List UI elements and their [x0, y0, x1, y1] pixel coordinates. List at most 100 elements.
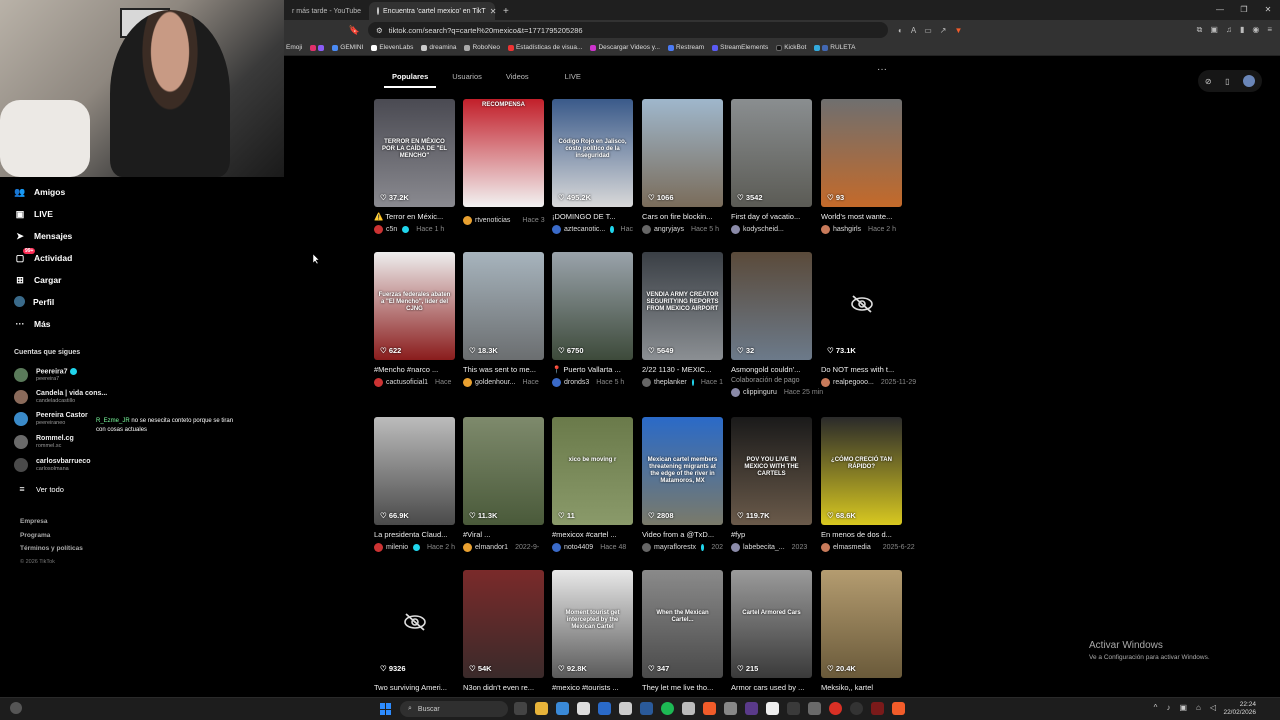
video-author[interactable]: elmasmedia 2025-6-22 [821, 543, 915, 552]
video-author[interactable]: labebecita_... 2023 [731, 543, 812, 552]
video-author[interactable]: rtvenoticias Hace 3 [463, 216, 545, 225]
sidebar-icon[interactable]: ▮ [1240, 25, 1244, 35]
compass-icon[interactable]: ⊘ [1205, 77, 1212, 86]
sidebar-item-activity[interactable]: ▢ 99+ Actividad [14, 248, 72, 264]
start-button[interactable] [380, 703, 392, 715]
video-card[interactable]: ♡ 18.3K This was sent to me... goldenhour.… [463, 252, 544, 387]
profile-icon[interactable]: ◉ [1252, 25, 1259, 35]
video-caption[interactable]: #fyp [731, 530, 812, 539]
extensions-icon[interactable]: ⧉ [1197, 25, 1203, 35]
menu-icon[interactable]: ≡ [1267, 25, 1272, 35]
app-icon[interactable] [808, 702, 821, 715]
bookmark-item[interactable]: Restream [667, 44, 704, 51]
brave-icon[interactable] [892, 702, 905, 715]
video-thumbnail[interactable]: POV YOU LIVE IN MEXICO WITH THE CARTELS ♡… [731, 417, 812, 525]
following-account[interactable]: Peereira Castor peereiraneo [14, 412, 88, 426]
video-author[interactable]: realpegooo... 2025-11-29 [821, 378, 916, 387]
document-icon[interactable] [577, 702, 590, 715]
video-thumbnail[interactable]: Mexican cartel members threatening migra… [642, 417, 723, 525]
video-caption[interactable]: La presidenta Claud... [374, 530, 455, 539]
spotify-icon[interactable] [661, 702, 674, 715]
video-caption[interactable]: #Viral ... [463, 530, 544, 539]
document-icon[interactable] [682, 702, 695, 715]
video-caption[interactable]: World's most wante... [821, 212, 902, 221]
video-card[interactable]: xico be moving r ♡ 11 #mexicox #cartel ...… [552, 417, 633, 552]
video-thumbnail[interactable]: xico be moving r ♡ 11 [552, 417, 633, 525]
bookmark-item[interactable]: Emoji [286, 44, 302, 51]
app-icon[interactable] [787, 702, 800, 715]
sidebar-item-friends[interactable]: 👥 Amigos [14, 186, 65, 198]
video-thumbnail[interactable]: ♡ 18.3K [463, 252, 544, 360]
video-caption[interactable]: 📍 Puerto Vallarta ... [552, 365, 633, 374]
video-caption[interactable]: Cars on fire blockin... [642, 212, 723, 221]
app-tray-icon[interactable]: ▣ [1179, 703, 1187, 712]
video-card[interactable]: Mexican cartel members threatening migra… [642, 417, 723, 552]
following-account[interactable]: carlosvbarrueco carlosolmana [14, 458, 90, 472]
bookmark-item[interactable]: RULETA [814, 44, 855, 51]
video-thumbnail[interactable]: ♡ 3542 [731, 99, 812, 207]
more-options-icon[interactable]: ··· [877, 64, 887, 75]
see-all-link[interactable]: ≡ Ver todo [16, 483, 64, 495]
video-caption[interactable]: Asmongold couldn'... [731, 365, 812, 374]
tab-videos[interactable]: Videos [498, 64, 537, 88]
video-caption[interactable]: This was sent to me... [463, 365, 544, 374]
video-author[interactable]: mayraflorestx 202 [642, 543, 723, 552]
video-author[interactable]: dronds3 Hace 5 h [552, 378, 633, 387]
sidebar-item-live[interactable]: ▣ LIVE [14, 208, 53, 220]
video-card[interactable]: ♡ 73.1K Do NOT mess with t... realpegooo..… [821, 252, 916, 387]
video-card[interactable]: ♡ 6750 📍 Puerto Vallarta ... dronds3 Hace 5… [552, 252, 633, 387]
chrome-icon[interactable] [829, 702, 842, 715]
widgets-icon[interactable] [10, 702, 22, 714]
video-thumbnail[interactable]: ♡ 9326 [374, 570, 455, 678]
bookmark-item[interactable]: KickBot [776, 44, 806, 51]
chevron-up-icon[interactable]: ^ [1154, 703, 1158, 712]
video-author[interactable]: noto4409 Hace 48 [552, 543, 633, 552]
video-thumbnail[interactable]: When the Mexican Cartel... ♡ 347 [642, 570, 723, 678]
sidebar-item-upload[interactable]: ⊞ Cargar [14, 274, 61, 286]
tab-youtube[interactable]: r más tarde - YouTube [284, 2, 369, 20]
video-thumbnail[interactable]: Cartel Armored Cars ♡ 215 [731, 570, 812, 678]
following-account[interactable]: Rommel.cg rommel.sc [14, 435, 74, 449]
network-icon[interactable]: ⌂ [1196, 703, 1201, 712]
tab-users[interactable]: Usuarios [444, 64, 490, 88]
video-thumbnail[interactable]: ♡ 73.1K [821, 252, 902, 360]
app-icon[interactable] [556, 702, 569, 715]
video-card[interactable]: ♡ 66.9K La presidenta Claud... milenio Hace… [374, 417, 455, 552]
bookmark-item[interactable]: Estadísticas de visua... [507, 44, 582, 51]
video-card[interactable]: Cartel Armored Cars ♡ 215 Armor cars used … [731, 570, 812, 692]
video-thumbnail[interactable]: ♡ 1066 [642, 99, 723, 207]
extension-icon[interactable]: ◐ [898, 26, 903, 35]
sidebar-item-messages[interactable]: ➤ Mensajes [14, 230, 72, 242]
tab-tiktok[interactable]: Encuentra 'cartel mexico' en TikT ✕ [369, 2, 496, 20]
tab-popular[interactable]: Populares [384, 64, 437, 88]
following-account[interactable]: Peereira7 peereira7 [14, 368, 77, 382]
video-author[interactable]: goldenhour... Hace [463, 378, 544, 387]
video-thumbnail[interactable]: Moment tourist get intercepted by the Me… [552, 570, 633, 678]
wallet-icon[interactable]: ▣ [1210, 25, 1218, 35]
video-author[interactable]: c5n Hace 1 h [374, 225, 455, 234]
video-caption[interactable]: First day of vacatio... [731, 212, 812, 221]
video-thumbnail[interactable]: ♡ 93 [821, 99, 902, 207]
video-author[interactable]: aztecanotic... Hac [552, 225, 633, 234]
video-thumbnail[interactable]: Código Rojo en Jalisco, costo político d… [552, 99, 633, 207]
video-caption[interactable]: N3on didn't even re... [463, 683, 544, 692]
bookmark-item[interactable]: StreamElements [712, 44, 768, 51]
video-card[interactable]: ♡ 9326 Two surviving Ameri... [374, 570, 455, 692]
video-thumbnail[interactable]: RECOMPENSA [463, 99, 544, 207]
app-icon[interactable] [745, 702, 758, 715]
video-thumbnail[interactable]: VENDIA ARMY CREATOR SEGURITYING REPORTS … [642, 252, 723, 360]
sidebar-item-profile[interactable]: Perfil [14, 296, 54, 307]
video-card[interactable]: ♡ 54K N3on didn't even re... [463, 570, 544, 692]
taskview-icon[interactable] [514, 702, 527, 715]
following-account[interactable]: Candela | vida cons... candeladcastillo [14, 390, 107, 404]
url-field[interactable]: ⚙ tiktok.com/search?q=cartel%20mexico&t=… [368, 22, 888, 38]
video-thumbnail[interactable]: ♡ 6750 [552, 252, 633, 360]
video-card[interactable]: ♡ 1066 Cars on fire blockin... angryjays Ha… [642, 99, 723, 234]
taskbar-search[interactable]: ⌕ Buscar [400, 701, 508, 717]
bookmark-item[interactable]: ElevenLabs [371, 44, 413, 51]
volume-icon[interactable]: ◁ [1210, 703, 1216, 712]
app-icon[interactable] [598, 702, 611, 715]
video-card[interactable]: ♡ 32 Asmongold couldn'... Colaboración de … [731, 252, 823, 397]
minimize-icon[interactable]: — [1208, 0, 1232, 18]
video-thumbnail[interactable]: TERROR EN MÉXICO POR LA CAÍDA DE "EL MEN… [374, 99, 455, 207]
